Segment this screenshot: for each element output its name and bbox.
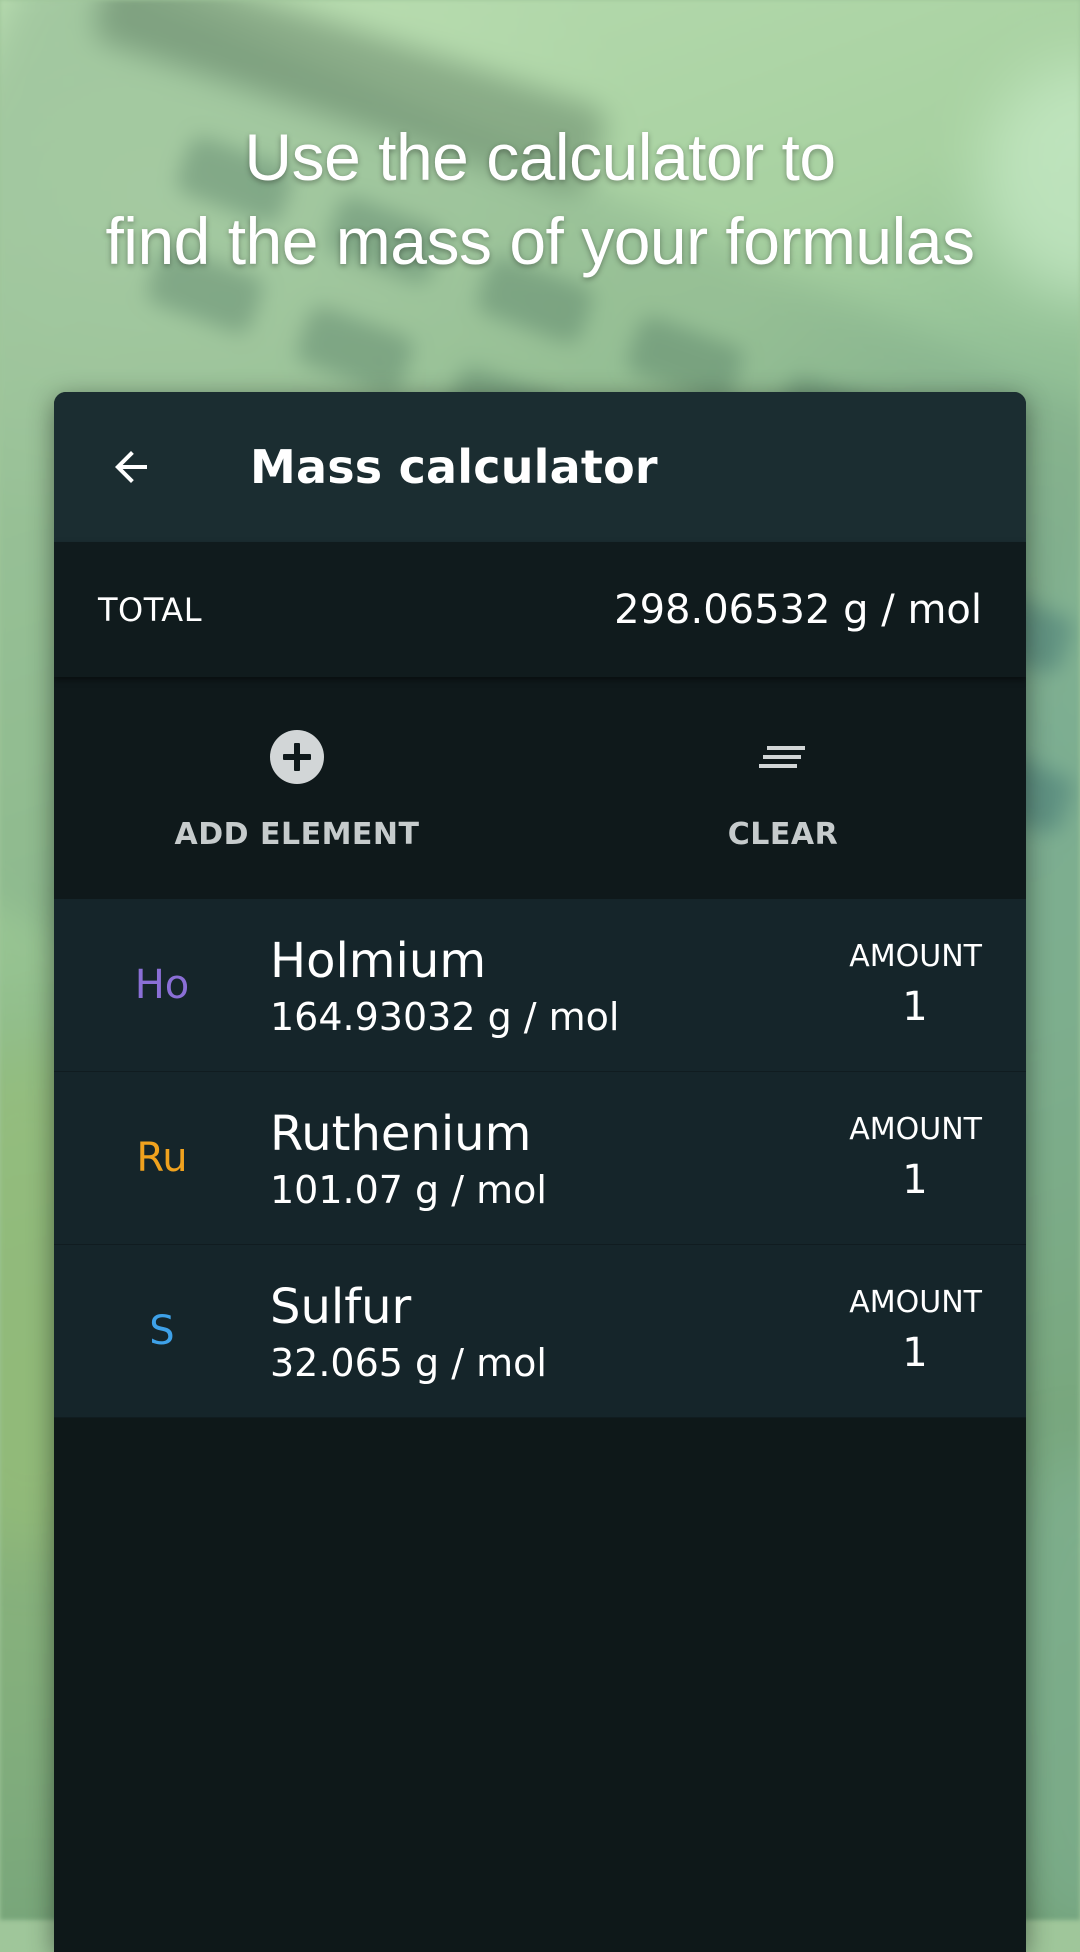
amount-value: 1 bbox=[902, 1330, 928, 1376]
amount-label: AMOUNT bbox=[849, 1285, 982, 1320]
clear-label: CLEAR bbox=[727, 817, 839, 852]
app-bar: Mass calculator bbox=[54, 392, 1026, 542]
element-name: Sulfur bbox=[270, 1279, 412, 1335]
list-item[interactable]: S Sulfur 32.065 g / mol AMOUNT 1 bbox=[54, 1245, 1026, 1418]
clear-button[interactable]: CLEAR bbox=[540, 677, 1026, 899]
amount-control[interactable]: AMOUNT 1 bbox=[802, 939, 982, 1035]
element-mass: 164.93032 g / mol bbox=[270, 995, 620, 1039]
element-symbol: Ru bbox=[136, 1135, 188, 1181]
list-item[interactable]: Ho Holmium 164.93032 g / mol AMOUNT 1 bbox=[54, 899, 1026, 1072]
total-value: 298.06532 g / mol bbox=[614, 586, 982, 633]
promo-line-1: Use the calculator to bbox=[244, 120, 836, 194]
amount-control[interactable]: AMOUNT 1 bbox=[802, 1285, 982, 1381]
amount-label: AMOUNT bbox=[849, 939, 982, 974]
promo-line-2: find the mass of your formulas bbox=[105, 204, 975, 278]
total-row: TOTAL 298.06532 g / mol bbox=[54, 542, 1026, 677]
page-title: Mass calculator bbox=[250, 440, 658, 494]
element-symbol: S bbox=[149, 1308, 175, 1354]
element-name: Holmium bbox=[270, 933, 487, 989]
list-item[interactable]: Ru Ruthenium 101.07 g / mol AMOUNT 1 bbox=[54, 1072, 1026, 1245]
clear-all-icon bbox=[755, 729, 811, 785]
add-circle-icon bbox=[269, 729, 325, 785]
action-bar: ADD ELEMENT CLEAR bbox=[54, 677, 1026, 899]
element-mass: 101.07 g / mol bbox=[270, 1168, 547, 1212]
promo-headline: Use the calculator to find the mass of y… bbox=[0, 115, 1080, 283]
element-list: Ho Holmium 164.93032 g / mol AMOUNT 1 Ru… bbox=[54, 899, 1026, 1418]
app-screen: Mass calculator TOTAL 298.06532 g / mol … bbox=[54, 392, 1026, 1952]
back-button[interactable] bbox=[98, 434, 164, 500]
add-element-label: ADD ELEMENT bbox=[174, 817, 420, 852]
element-symbol: Ho bbox=[134, 962, 190, 1008]
amount-label: AMOUNT bbox=[849, 1112, 982, 1147]
amount-value: 1 bbox=[902, 1157, 928, 1203]
amount-value: 1 bbox=[902, 984, 928, 1030]
add-element-button[interactable]: ADD ELEMENT bbox=[54, 677, 540, 899]
total-label: TOTAL bbox=[98, 590, 203, 629]
amount-control[interactable]: AMOUNT 1 bbox=[802, 1112, 982, 1208]
arrow-back-icon bbox=[115, 451, 147, 483]
element-name: Ruthenium bbox=[270, 1106, 532, 1162]
element-mass: 32.065 g / mol bbox=[270, 1341, 547, 1385]
